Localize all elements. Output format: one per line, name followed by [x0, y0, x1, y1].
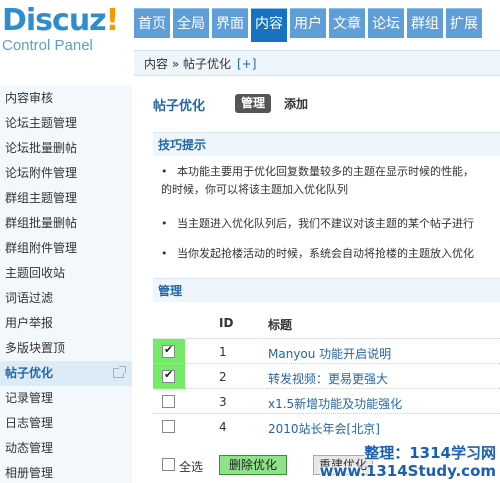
row-title-link[interactable]: Manyou 功能开启说明: [268, 345, 391, 362]
sidebar-item-group-threads[interactable]: 群组主题管理: [0, 186, 132, 211]
table-row: 1 Manyou 功能开启说明: [153, 338, 500, 364]
page-title: 帖子优化: [153, 99, 206, 114]
row-checkbox[interactable]: [162, 368, 175, 383]
logo[interactable]: Discuz! Control Panel: [2, 3, 132, 55]
row-checkbox[interactable]: [162, 343, 175, 358]
bullet-icon: •: [161, 247, 168, 260]
nav-tab-users[interactable]: 用户: [290, 8, 326, 38]
sidebar-item-logs[interactable]: 日志管理: [0, 411, 132, 436]
nav-tab-home[interactable]: 首页: [134, 8, 170, 38]
column-header-title: 标题: [268, 318, 293, 332]
sidebar-item-forum-batch-delete[interactable]: 论坛批量删帖: [0, 136, 132, 161]
nav-tab-forum[interactable]: 论坛: [368, 8, 404, 38]
nav-tab-global[interactable]: 全局: [173, 8, 209, 38]
tip-continuation: 的时候，你可以将该主题加入优化队列: [161, 183, 348, 196]
sidebar-item-albums[interactable]: 相册管理: [0, 461, 132, 483]
watermark-line-1: 整理：1314学习网: [364, 444, 496, 462]
tips-heading: 技巧提示: [153, 132, 500, 156]
sidebar-item-multi-sticky[interactable]: 多版块置顶: [0, 336, 132, 361]
sidebar-item-group-attachments[interactable]: 群组附件管理: [0, 236, 132, 261]
row-title-link[interactable]: 2010站长年会[北京]: [268, 420, 380, 437]
logo-brand: Discuz!: [2, 3, 119, 38]
table-row: 4 2010站长年会[北京]: [153, 413, 500, 438]
bullet-icon: •: [161, 165, 168, 178]
row-title-link[interactable]: 转发视频：更易更强大: [268, 370, 388, 387]
sidebar-item-feeds[interactable]: 动态管理: [0, 436, 132, 461]
breadcrumb-bar: 内容 » 帖子优化 [+]: [134, 50, 500, 76]
header: Discuz! Control Panel 首页 全局 界面 内容 用户 文章 …: [0, 0, 500, 55]
open-external-icon[interactable]: [113, 366, 126, 378]
breadcrumb: 内容 » 帖子优化 [+]: [144, 55, 256, 72]
row-checkbox[interactable]: [162, 395, 175, 408]
table-row: 2 转发视频：更易更强大: [153, 363, 500, 389]
main-content: 帖子优化 管理 添加 技巧提示 • 本功能主要用于优化回复数量较多的主题在显示时候…: [153, 86, 500, 483]
manage-tab[interactable]: 管理: [235, 94, 271, 113]
sidebar-item-forum-threads[interactable]: 论坛主题管理: [0, 111, 132, 136]
row-id: 3: [219, 395, 227, 409]
delete-optimize-button[interactable]: 删除优化: [219, 455, 287, 475]
manage-heading: 管理: [153, 278, 500, 302]
row-checkbox[interactable]: [162, 420, 175, 433]
column-header-id: ID: [219, 316, 234, 330]
nav-tab-extensions[interactable]: 扩展: [446, 8, 482, 38]
row-id: 2: [219, 370, 227, 384]
nav-tab-content[interactable]: 内容: [251, 8, 287, 42]
tip-item: • 当你发起抢楼活动的时候，系统会自动将抢楼的主题放入优化: [161, 244, 500, 264]
sidebar-item-forum-attachments[interactable]: 论坛附件管理: [0, 161, 132, 186]
sidebar-item-recycle-bin[interactable]: 主题回收站: [0, 261, 132, 286]
nav-tab-groups[interactable]: 群组: [407, 8, 443, 38]
bullet-icon: •: [161, 217, 168, 230]
table-row: 3 x1.5新增功能及功能强化: [153, 388, 500, 413]
watermark-line-2: www.1314Study.com: [319, 462, 496, 480]
sidebar-item-post-optimize[interactable]: 帖子优化: [0, 361, 132, 386]
select-all-checkbox[interactable]: [162, 458, 175, 471]
row-id: 4: [219, 420, 227, 434]
nav-tab-articles[interactable]: 文章: [329, 8, 365, 38]
tip-item: • 当主题进入优化队列后，我们不建议对该主题的某个帖子进行: [161, 214, 500, 234]
sidebar-item-records[interactable]: 记录管理: [0, 386, 132, 411]
tip-item: • 本功能主要用于优化回复数量较多的主题在显示时候的性能，: [161, 162, 500, 182]
sidebar-item-label: 帖子优化: [5, 366, 54, 380]
nav-tab-interface[interactable]: 界面: [212, 8, 248, 38]
row-id: 1: [219, 345, 227, 359]
sidebar-item-user-reports[interactable]: 用户举报: [0, 311, 132, 336]
breadcrumb-path: 内容 » 帖子优化: [144, 57, 231, 71]
row-title-link[interactable]: x1.5新增功能及功能强化: [268, 395, 402, 412]
select-all-label[interactable]: 全选: [179, 458, 203, 475]
top-navigation: 首页 全局 界面 内容 用户 文章 论坛 群组 扩展: [134, 8, 485, 42]
sidebar-item-group-batch-delete[interactable]: 群组批量删帖: [0, 211, 132, 236]
add-tab[interactable]: 添加: [284, 95, 308, 112]
breadcrumb-add-shortcut[interactable]: [+]: [237, 57, 256, 71]
sidebar: 内容审核 论坛主题管理 论坛批量删帖 论坛附件管理 群组主题管理 群组批量删帖 …: [0, 86, 132, 483]
sidebar-item-word-filter[interactable]: 词语过滤: [0, 286, 132, 311]
sidebar-item-content-review[interactable]: 内容审核: [0, 86, 132, 111]
watermark: 整理：1314学习网 www.1314Study.com: [306, 440, 500, 483]
logo-subtitle: Control Panel: [2, 37, 93, 54]
